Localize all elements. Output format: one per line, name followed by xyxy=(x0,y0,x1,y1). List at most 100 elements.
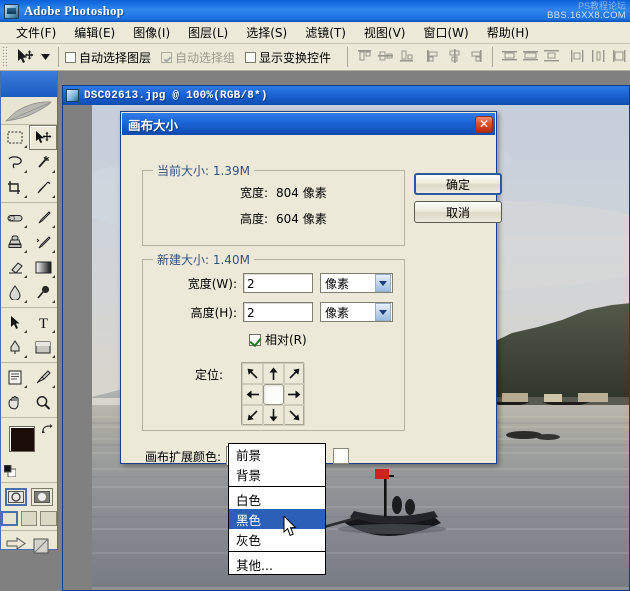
new-height-unit-select[interactable]: 像素 xyxy=(320,302,393,322)
brush-tool-icon[interactable] xyxy=(29,205,57,230)
align-top-edges-icon[interactable] xyxy=(355,48,374,66)
distribute-left-edges-icon[interactable] xyxy=(568,48,587,66)
foreground-color-swatch[interactable] xyxy=(9,426,35,452)
ok-button[interactable]: 确定 xyxy=(414,173,502,195)
anchor-middle-left[interactable] xyxy=(242,384,263,405)
chevron-down-icon[interactable] xyxy=(375,274,391,292)
image-document-icon xyxy=(66,89,79,102)
marquee-tool-icon[interactable] xyxy=(1,125,29,150)
dropdown-item-black[interactable]: 黑色 xyxy=(229,509,325,529)
move-tool-icon[interactable] xyxy=(29,125,57,150)
dropdown-item-foreground[interactable]: 前景 xyxy=(229,444,325,464)
close-icon[interactable]: ✕ xyxy=(475,115,493,133)
menu-file[interactable]: 文件(F) xyxy=(8,22,64,43)
pen-tool-icon[interactable] xyxy=(1,335,29,360)
options-bar-grip[interactable] xyxy=(2,46,9,68)
new-width-input[interactable]: 2 xyxy=(243,273,313,293)
anchor-middle-right[interactable] xyxy=(284,384,305,405)
crop-tool-icon[interactable] xyxy=(1,175,29,200)
magic-wand-tool-icon[interactable] xyxy=(29,150,57,175)
align-left-edges-icon[interactable] xyxy=(424,48,443,66)
document-title-bar[interactable]: DSC02613.jpg @ 100%(RGB/8*) xyxy=(63,86,629,105)
notes-tool-icon[interactable] xyxy=(1,365,29,390)
distribute-bottom-edges-icon[interactable] xyxy=(542,48,561,66)
tool-preset-dropdown-icon[interactable] xyxy=(39,46,52,68)
arrow-right-icon xyxy=(288,390,301,399)
anchor-bottom-center[interactable] xyxy=(263,405,284,426)
type-tool-icon[interactable]: T xyxy=(29,310,57,335)
dropdown-item-other[interactable]: 其他... xyxy=(229,554,325,574)
menu-edit[interactable]: 编辑(E) xyxy=(66,22,123,43)
menu-filter[interactable]: 滤镜(T) xyxy=(297,22,354,43)
new-height-input[interactable]: 2 xyxy=(243,302,313,322)
dodge-tool-icon[interactable] xyxy=(29,280,57,305)
photoshop-feather-banner xyxy=(1,97,57,125)
dialog-title-bar[interactable]: 画布大小 ✕ xyxy=(122,113,495,135)
chevron-down-icon[interactable] xyxy=(375,303,391,321)
healing-brush-tool-icon[interactable] xyxy=(1,205,29,230)
eyedropper-tool-icon[interactable] xyxy=(29,365,57,390)
relative-label: 相对(R) xyxy=(265,333,307,347)
dropdown-item-white[interactable]: 白色 xyxy=(229,489,325,509)
toolbox-title-bar[interactable] xyxy=(1,71,57,97)
auto-select-layer-option[interactable]: 自动选择图层 xyxy=(65,49,151,66)
current-height-value: 604 像素 xyxy=(276,212,327,226)
history-brush-tool-icon[interactable] xyxy=(29,230,57,255)
anchor-top-left[interactable] xyxy=(242,363,263,384)
clone-stamp-tool-icon[interactable] xyxy=(1,230,29,255)
move-tool-icon[interactable] xyxy=(11,46,39,68)
menu-help[interactable]: 帮助(H) xyxy=(479,22,537,43)
auto-select-layer-checkbox[interactable] xyxy=(65,51,77,63)
screen-mode-row xyxy=(1,509,58,528)
lasso-tool-icon[interactable] xyxy=(1,150,29,175)
align-horizontal-centers-icon[interactable] xyxy=(445,48,464,66)
menu-layer[interactable]: 图层(L) xyxy=(180,22,236,43)
full-screen-with-menubar-icon[interactable] xyxy=(20,511,38,526)
align-right-edges-icon[interactable] xyxy=(466,48,485,66)
anchor-bottom-left[interactable] xyxy=(242,405,263,426)
hand-tool-icon[interactable] xyxy=(1,390,29,415)
jump-to-other-icon[interactable] xyxy=(32,537,52,560)
gradient-tool-icon[interactable] xyxy=(29,255,57,280)
anchor-top-center[interactable] xyxy=(263,363,284,384)
auto-select-group-option: 自动选择组 xyxy=(161,49,235,66)
path-selection-tool-icon[interactable] xyxy=(1,310,29,335)
menu-window[interactable]: 窗口(W) xyxy=(415,22,476,43)
menu-image[interactable]: 图像(I) xyxy=(125,22,178,43)
standard-mask-mode-icon[interactable] xyxy=(5,488,27,506)
watermark-line-2: BBS.16XX8.COM xyxy=(547,10,626,21)
slice-tool-icon[interactable] xyxy=(29,175,57,200)
canvas-extension-color-dropdown[interactable]: 前景 背景 白色 黑色 灰色 其他... xyxy=(228,443,326,575)
relative-checkbox[interactable] xyxy=(249,333,261,346)
anchor-grid[interactable] xyxy=(241,362,305,426)
distribute-right-edges-icon[interactable] xyxy=(610,48,629,66)
align-bottom-edges-icon[interactable] xyxy=(397,48,416,66)
dropdown-item-background[interactable]: 背景 xyxy=(229,464,325,484)
jump-to-imageready-icon[interactable] xyxy=(6,537,28,560)
show-transform-controls-option[interactable]: 显示变换控件 xyxy=(245,49,331,66)
distribute-vertical-centers-icon[interactable] xyxy=(521,48,540,66)
distribute-top-edges-icon[interactable] xyxy=(500,48,519,66)
menu-select[interactable]: 选择(S) xyxy=(238,22,295,43)
blur-tool-icon[interactable] xyxy=(1,280,29,305)
anchor-center[interactable] xyxy=(263,384,284,405)
anchor-bottom-right[interactable] xyxy=(284,405,305,426)
shape-tool-icon[interactable] xyxy=(29,335,57,360)
show-transform-controls-checkbox[interactable] xyxy=(245,51,257,63)
full-screen-mode-icon[interactable] xyxy=(40,511,58,526)
eraser-tool-icon[interactable] xyxy=(1,255,29,280)
cancel-button[interactable]: 取消 xyxy=(414,201,502,223)
zoom-tool-icon[interactable] xyxy=(29,390,57,415)
dropdown-item-gray[interactable]: 灰色 xyxy=(229,529,325,549)
swap-colors-icon[interactable] xyxy=(41,422,53,433)
quick-mask-mode-icon[interactable] xyxy=(31,488,53,506)
default-colors-icon[interactable] xyxy=(3,464,17,478)
menu-view[interactable]: 视图(V) xyxy=(356,22,414,43)
canvas-extension-color-swatch[interactable] xyxy=(333,448,350,464)
anchor-top-right[interactable] xyxy=(284,363,305,384)
align-vertical-centers-icon[interactable] xyxy=(376,48,395,66)
distribute-horizontal-centers-icon[interactable] xyxy=(589,48,608,66)
standard-screen-mode-icon[interactable] xyxy=(1,511,18,526)
new-width-unit-select[interactable]: 像素 xyxy=(320,273,393,293)
dialog-body: 当前大小: 1.39M 宽度: 804 像素 高度: 604 像素 新建大小: … xyxy=(121,136,502,466)
